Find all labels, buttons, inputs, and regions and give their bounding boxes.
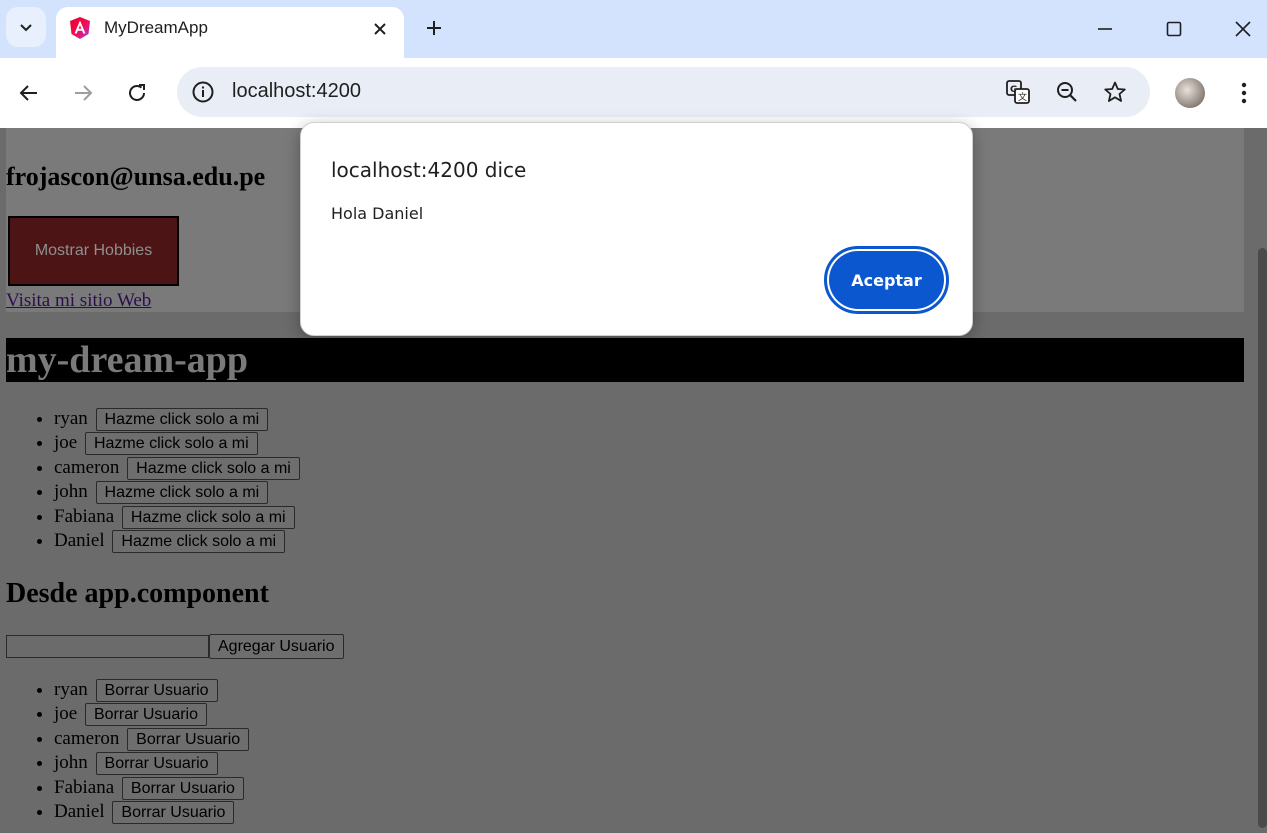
angular-logo-icon — [70, 17, 90, 39]
website-link[interactable]: Visita mi sitio Web — [6, 290, 151, 312]
forward-button[interactable] — [68, 78, 98, 108]
plus-icon — [427, 21, 441, 35]
list-item: Fabiana Borrar Usuario — [54, 776, 249, 800]
list-item: ryan Borrar Usuario — [54, 678, 249, 702]
user-name: joe — [54, 703, 78, 725]
click-me-button[interactable]: Hazme click solo a mi — [95, 408, 269, 431]
translate-button[interactable]: G文 — [1005, 79, 1031, 105]
minimize-icon — [1098, 28, 1112, 30]
delete-user-button[interactable]: Borrar Usuario — [84, 703, 207, 727]
new-tab-button[interactable] — [420, 14, 448, 42]
delete-user-button[interactable]: Borrar Usuario — [127, 727, 250, 751]
maximize-icon — [1166, 21, 1182, 37]
more-menu-button[interactable] — [1232, 80, 1256, 106]
profile-avatar[interactable] — [1175, 78, 1205, 108]
forward-arrow-icon — [75, 85, 93, 101]
reload-icon — [129, 84, 145, 101]
close-tab-button[interactable] — [368, 17, 392, 41]
accept-button-label: Aceptar — [829, 251, 944, 309]
profile-email: frojascon@unsa.edu.pe — [6, 162, 266, 191]
list-item: john Hazme click solo a mi — [54, 480, 300, 505]
bookmark-button[interactable] — [1102, 79, 1128, 105]
url-text[interactable]: localhost:4200 — [232, 80, 361, 103]
delete-user-button[interactable]: Borrar Usuario — [112, 800, 235, 824]
list-item: cameron Hazme click solo a mi — [54, 456, 300, 480]
address-bar[interactable]: localhost:4200 G文 — [177, 67, 1150, 117]
minimize-button[interactable] — [1090, 14, 1120, 44]
user-name: john — [54, 752, 88, 774]
delete-users-list: ryan Borrar Usuario joe Borrar Usuario c… — [0, 678, 250, 824]
click-me-button[interactable]: Hazme click solo a mi — [127, 456, 300, 480]
dialog-message: Hola Daniel — [331, 204, 424, 223]
more-vertical-icon — [1241, 82, 1247, 104]
list-item: john Borrar Usuario — [54, 751, 249, 776]
user-name: ryan — [54, 679, 88, 700]
back-button[interactable] — [14, 78, 44, 108]
browser-titlebar: MyDreamApp — [0, 0, 1267, 58]
user-name: john — [54, 481, 88, 503]
page-scrollbar[interactable] — [1258, 248, 1267, 828]
alert-dialog: localhost:4200 dice Hola Daniel Aceptar — [300, 122, 973, 336]
app-title-banner: my-dream-app — [6, 338, 1244, 382]
list-item: Daniel Hazme click solo a mi — [54, 529, 300, 553]
browser-tab[interactable]: MyDreamApp — [56, 7, 404, 58]
maximize-button[interactable] — [1159, 14, 1189, 44]
user-name: Daniel — [54, 529, 105, 551]
user-name: Daniel — [54, 800, 105, 822]
list-item: Daniel Borrar Usuario — [54, 800, 249, 824]
show-hobbies-button[interactable]: Mostrar Hobbies — [8, 216, 179, 286]
delete-user-button[interactable]: Borrar Usuario — [95, 679, 218, 702]
accept-button[interactable]: Aceptar — [824, 246, 949, 314]
click-me-button[interactable]: Hazme click solo a mi — [95, 481, 269, 505]
list-item: ryan Hazme click solo a mi — [54, 407, 300, 431]
list-item: Fabiana Hazme click solo a mi — [54, 505, 300, 529]
delete-user-button[interactable]: Borrar Usuario — [95, 752, 218, 776]
click-me-button[interactable]: Hazme click solo a mi — [112, 529, 286, 553]
add-user-button[interactable]: Agregar Usuario — [209, 634, 344, 659]
new-user-input[interactable] — [6, 635, 209, 658]
zoom-out-icon — [1057, 82, 1077, 102]
svg-text:文: 文 — [1018, 91, 1027, 103]
click-me-button[interactable]: Hazme click solo a mi — [84, 432, 258, 456]
browser-toolbar: localhost:4200 G文 — [0, 58, 1267, 128]
user-name: Fabiana — [54, 776, 115, 798]
zoom-button[interactable] — [1054, 79, 1080, 105]
section-title: Desde app.component — [6, 578, 269, 609]
click-me-button[interactable]: Hazme click solo a mi — [121, 505, 295, 529]
user-name: Fabiana — [54, 505, 115, 527]
site-info-icon[interactable] — [191, 80, 215, 104]
list-item: joe Hazme click solo a mi — [54, 431, 300, 456]
list-item: joe Borrar Usuario — [54, 702, 249, 727]
reload-button[interactable] — [122, 78, 152, 108]
dialog-title: localhost:4200 dice — [331, 158, 527, 182]
user-name: ryan — [54, 408, 88, 429]
click-users-list: ryan Hazme click solo a mi joe Hazme cli… — [0, 407, 300, 553]
list-item: cameron Borrar Usuario — [54, 727, 250, 751]
star-icon — [1104, 81, 1126, 102]
app-title: my-dream-app — [6, 339, 249, 381]
translate-icon: G文 — [1006, 80, 1030, 104]
chevron-down-icon — [20, 24, 32, 32]
close-window-button[interactable] — [1228, 14, 1258, 44]
close-icon — [374, 23, 386, 35]
back-arrow-icon — [19, 85, 37, 101]
delete-user-button[interactable]: Borrar Usuario — [121, 776, 244, 800]
tab-search-button[interactable] — [6, 7, 46, 47]
user-name: cameron — [54, 727, 120, 749]
user-name: cameron — [54, 456, 120, 478]
close-icon — [1235, 21, 1251, 37]
tab-title: MyDreamApp — [104, 18, 208, 37]
user-name: joe — [54, 432, 78, 454]
